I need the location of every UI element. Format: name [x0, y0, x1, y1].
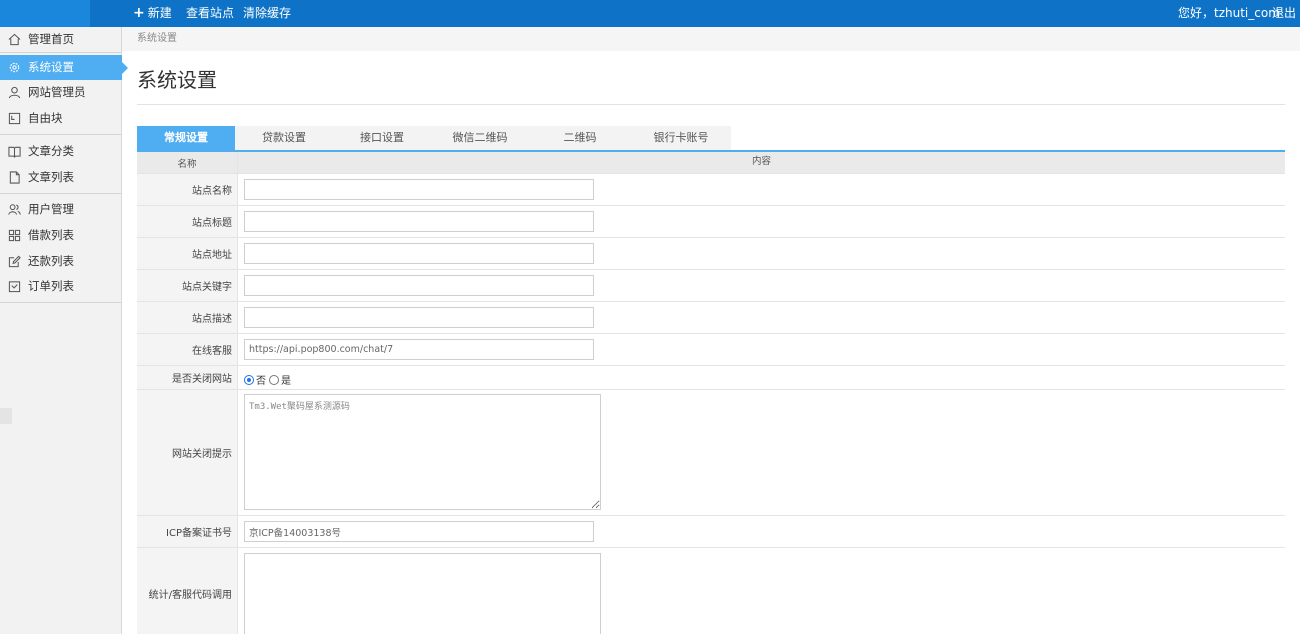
tab-bank-account[interactable]: 银行卡账号 — [631, 126, 731, 150]
table-row: 网站关闭提示 Tm3.Wet聚码屋系测源码 — [137, 390, 1285, 516]
sidebar-divider — [0, 52, 121, 53]
stats-code-textarea[interactable] — [244, 553, 601, 634]
table-header: 名称 内容 — [137, 152, 1285, 174]
table-row: 是否关闭网站 否 是 — [137, 366, 1285, 390]
top-bar: + 新建 查看站点 清除缓存 您好，tzhuti_com 退出 — [0, 0, 1300, 27]
field-label: ICP备案证书号 — [137, 516, 238, 547]
table-row: 统计/客服代码调用 — [137, 548, 1285, 634]
logout-button[interactable]: 退出 — [1272, 0, 1296, 27]
sidebar-item-free-block[interactable]: 自由块 — [0, 106, 121, 131]
field-label: 站点名称 — [137, 174, 238, 205]
site-url-input[interactable] — [244, 243, 594, 264]
sidebar-divider — [0, 193, 121, 194]
title-divider — [137, 104, 1285, 105]
sidebar-collapse-handle[interactable] — [0, 408, 12, 424]
gear-icon — [9, 62, 20, 73]
sidebar-item-article-categories[interactable]: 文章分类 — [0, 139, 121, 164]
site-name-input[interactable] — [244, 179, 594, 200]
sidebar: 管理首页 系统设置 网站管理员 自由块 文章分类 文章列表 用户管理 借款列表 … — [0, 27, 128, 634]
close-site-yes-radio[interactable] — [269, 374, 279, 385]
logo — [0, 0, 90, 27]
clear-cache-button[interactable]: 清除缓存 — [243, 0, 291, 27]
block-icon — [8, 112, 21, 125]
sidebar-item-home[interactable]: 管理首页 — [0, 27, 121, 52]
column-header-content: 内容 — [751, 156, 771, 167]
site-description-input[interactable] — [244, 307, 594, 328]
field-label: 站点描述 — [137, 302, 238, 333]
field-label: 在线客服 — [137, 334, 238, 365]
sidebar-item-system-settings[interactable]: 系统设置 — [0, 55, 128, 80]
tab-qrcode[interactable]: 二维码 — [529, 126, 631, 150]
grid-icon — [8, 229, 21, 242]
sidebar-item-users[interactable]: 用户管理 — [0, 197, 121, 222]
table-row: ICP备案证书号 — [137, 516, 1285, 548]
table-row: 站点关键字 — [137, 270, 1285, 302]
sidebar-divider — [0, 134, 121, 135]
table-row: 站点标题 — [137, 206, 1285, 238]
icp-input[interactable] — [244, 521, 594, 542]
users-icon — [8, 204, 21, 215]
close-site-radio-group: 否 是 — [244, 372, 294, 387]
online-service-input[interactable] — [244, 339, 594, 360]
order-icon — [8, 281, 21, 293]
sidebar-item-order-list[interactable]: 订单列表 — [0, 274, 121, 299]
sidebar-divider — [0, 302, 121, 303]
site-keywords-input[interactable] — [244, 275, 594, 296]
radio-label: 是 — [281, 376, 291, 387]
site-title-input[interactable] — [244, 211, 594, 232]
edit-icon — [8, 255, 21, 268]
table-row: 站点名称 — [137, 174, 1285, 206]
field-label: 网站关闭提示 — [137, 390, 238, 515]
radio-label: 否 — [256, 376, 266, 387]
plus-icon: + — [133, 5, 145, 21]
book-icon — [8, 146, 21, 158]
user-greeting: 您好，tzhuti_com — [1178, 6, 1280, 20]
table-row: 站点地址 — [137, 238, 1285, 270]
tab-general[interactable]: 常规设置 — [137, 126, 235, 150]
tab-wechat-qrcode[interactable]: 微信二维码 — [431, 126, 529, 150]
page-title: 系统设置 — [137, 68, 217, 92]
user-icon — [8, 86, 21, 99]
field-label: 统计/客服代码调用 — [137, 548, 238, 634]
field-label: 站点地址 — [137, 238, 238, 269]
column-header-name: 名称 — [137, 152, 238, 173]
breadcrumb: 系统设置 — [122, 27, 1300, 51]
sidebar-item-article-list[interactable]: 文章列表 — [0, 165, 121, 190]
sidebar-item-loan-list[interactable]: 借款列表 — [0, 223, 121, 248]
tab-loan[interactable]: 贷款设置 — [235, 126, 333, 150]
field-label: 站点关键字 — [137, 270, 238, 301]
field-label: 是否关闭网站 — [137, 366, 238, 389]
file-icon — [9, 171, 20, 184]
settings-tabs: 常规设置 贷款设置 接口设置 微信二维码 二维码 银行卡账号 — [137, 126, 731, 150]
table-row: 在线客服 — [137, 334, 1285, 366]
close-site-no-radio[interactable] — [244, 374, 254, 385]
view-site-button[interactable]: 查看站点 — [186, 0, 234, 27]
field-label: 站点标题 — [137, 206, 238, 237]
sidebar-item-repayment-list[interactable]: 还款列表 — [0, 249, 121, 274]
tab-interface[interactable]: 接口设置 — [333, 126, 431, 150]
new-button[interactable]: + 新建 — [133, 0, 172, 27]
table-row: 站点描述 — [137, 302, 1285, 334]
home-icon — [8, 33, 21, 46]
close-notice-textarea[interactable]: Tm3.Wet聚码屋系测源码 — [244, 394, 601, 510]
sidebar-item-admins[interactable]: 网站管理员 — [0, 80, 121, 105]
